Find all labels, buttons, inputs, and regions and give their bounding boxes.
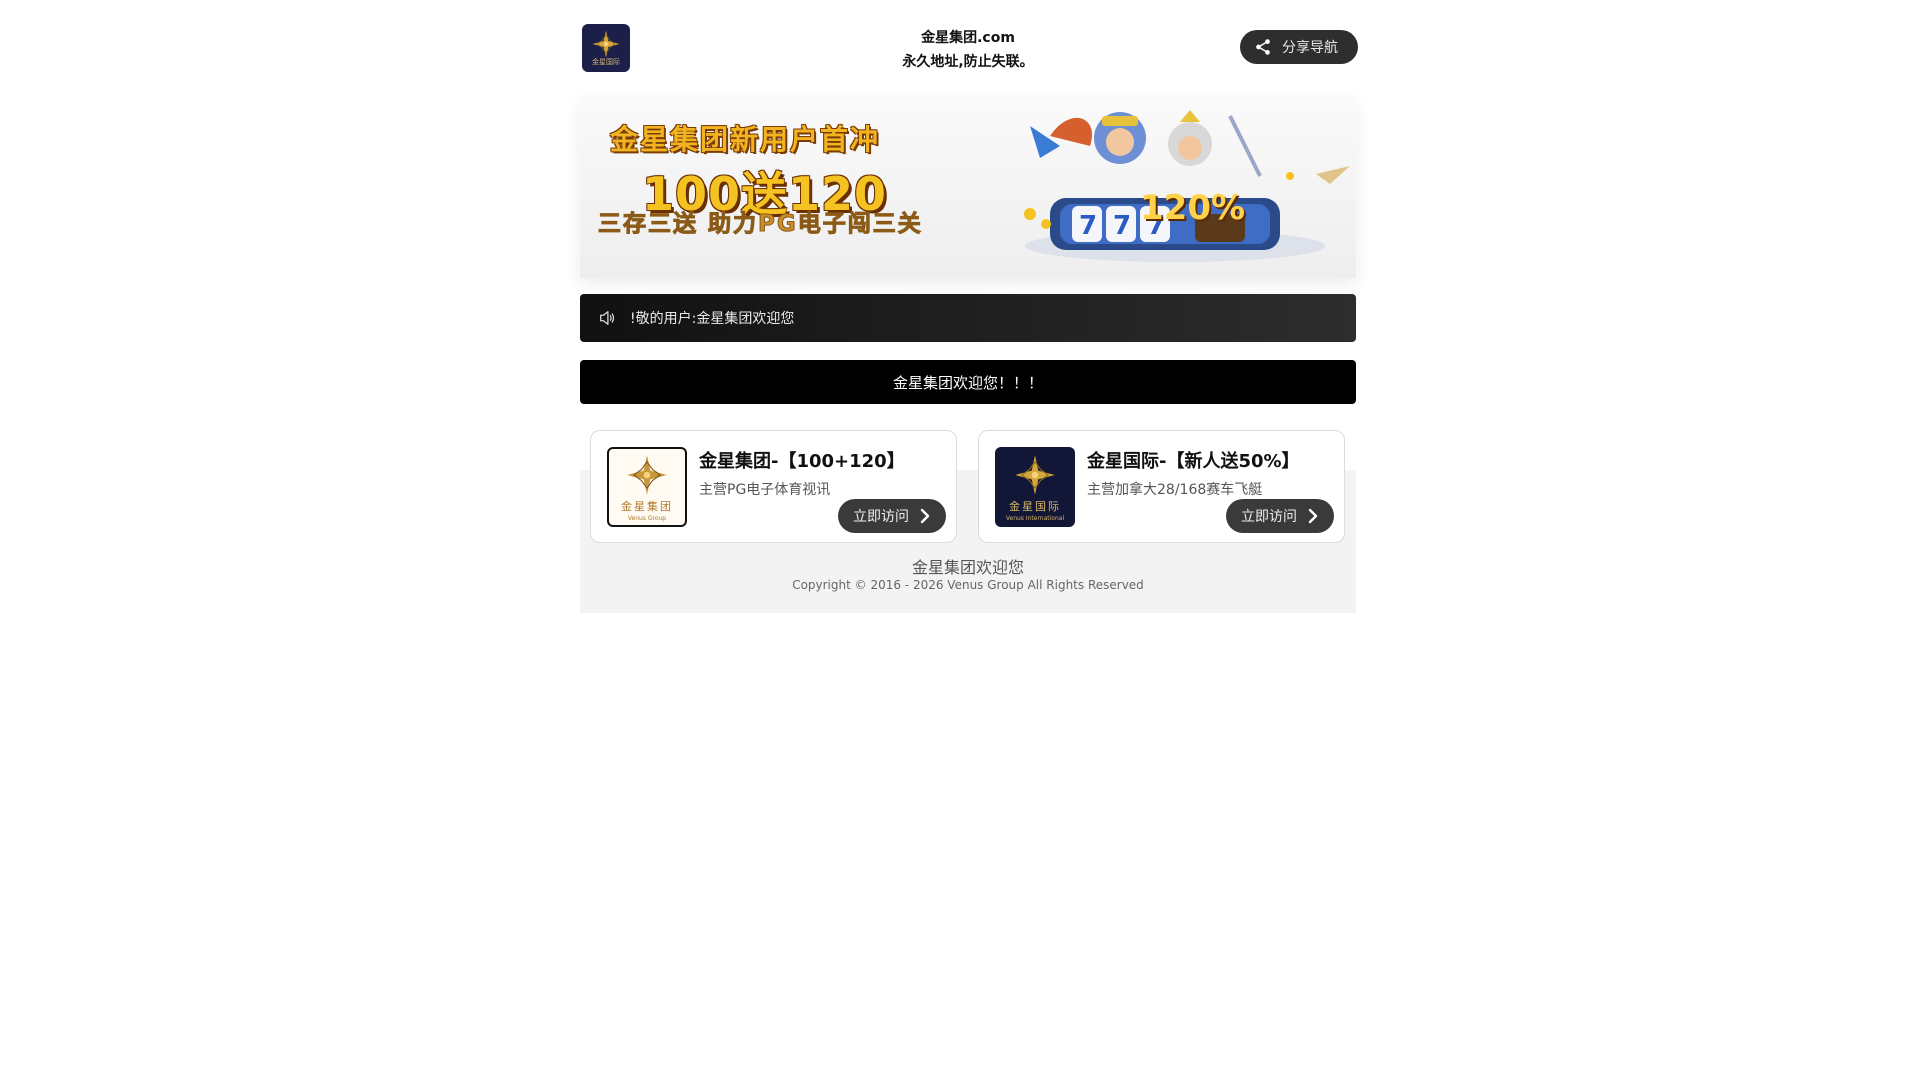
star-logo-icon bbox=[1015, 454, 1055, 495]
card-title: 金星国际-【新人送50%】 bbox=[1087, 451, 1300, 472]
welcome-bar: 金星集团欢迎您！！！ bbox=[580, 360, 1356, 404]
share-nav-label: 分享导航 bbox=[1282, 40, 1338, 56]
banner-slot-machine-illustration: 7 7 7 bbox=[1024, 110, 1350, 262]
chevron-right-icon bbox=[920, 508, 930, 524]
visit-button[interactable]: 立即访问 bbox=[1226, 499, 1334, 533]
site-card-venus-group[interactable]: 金星集团 Venus Group 金星集团-【100+120】 主营PG电子体育… bbox=[590, 430, 957, 543]
venus-international-logo: 金星国际 Venus International bbox=[995, 447, 1075, 527]
venus-group-logo: 金星集团 Venus Group bbox=[607, 447, 687, 527]
footer-copyright: Copyright © 2016 - 2026 Venus Group All … bbox=[792, 578, 1144, 592]
welcome-text: 金星集团欢迎您！！！ bbox=[892, 373, 1043, 392]
site-tagline: 永久地址,防止失联。 bbox=[902, 54, 1034, 70]
card-subtitle: 主营加拿大28/168赛车飞艇 bbox=[1087, 482, 1263, 498]
footer-welcome: 金星集团欢迎您 bbox=[911, 558, 1024, 577]
share-icon bbox=[1256, 39, 1270, 55]
svg-text:7: 7 bbox=[1113, 211, 1131, 241]
logo-name-en: Venus Group bbox=[627, 514, 667, 522]
chevron-right-icon bbox=[1308, 508, 1318, 524]
card-title: 金星集团-【100+120】 bbox=[699, 451, 905, 472]
speaker-icon bbox=[600, 311, 615, 325]
svg-text:7: 7 bbox=[1079, 211, 1097, 241]
header: 金星国际 金星集团.com 永久地址,防止失联。 分享导航 bbox=[580, 0, 1358, 96]
site-card-venus-international[interactable]: 金星国际 Venus International 金星国际-【新人送50%】 主… bbox=[978, 430, 1345, 543]
visit-button-label: 立即访问 bbox=[1241, 509, 1297, 525]
visit-button[interactable]: 立即访问 bbox=[838, 499, 946, 533]
star-logo-icon bbox=[627, 454, 667, 495]
banner-percent-badge: 120% bbox=[1140, 188, 1246, 228]
logo-name-en: Venus International bbox=[1005, 514, 1065, 522]
card-subtitle: 主营PG电子体育视讯 bbox=[699, 482, 831, 498]
announcement-bar: !敬的用户:金星集团欢迎您 bbox=[580, 294, 1356, 342]
logo-name-cn: 金星国际 bbox=[1009, 499, 1061, 513]
logo-name-cn: 金星集团 bbox=[621, 499, 673, 513]
banner-headline: 金星集团新用户首冲 bbox=[610, 123, 881, 156]
visit-button-label: 立即访问 bbox=[853, 509, 909, 525]
promo-banner[interactable]: 金星集团新用户首冲 100送120 三存三送 助力PG电子闯三关 7 7 7 1… bbox=[580, 96, 1356, 278]
announcement-text: !敬的用户:金星集团欢迎您 bbox=[630, 311, 795, 327]
banner-subline: 三存三送 助力PG电子闯三关 bbox=[598, 211, 923, 238]
share-nav-button[interactable]: 分享导航 bbox=[1240, 30, 1358, 64]
page-container: 金星国际 金星集团.com 永久地址,防止失联。 分享导航 金星集团新用户首冲 … bbox=[580, 0, 1358, 613]
